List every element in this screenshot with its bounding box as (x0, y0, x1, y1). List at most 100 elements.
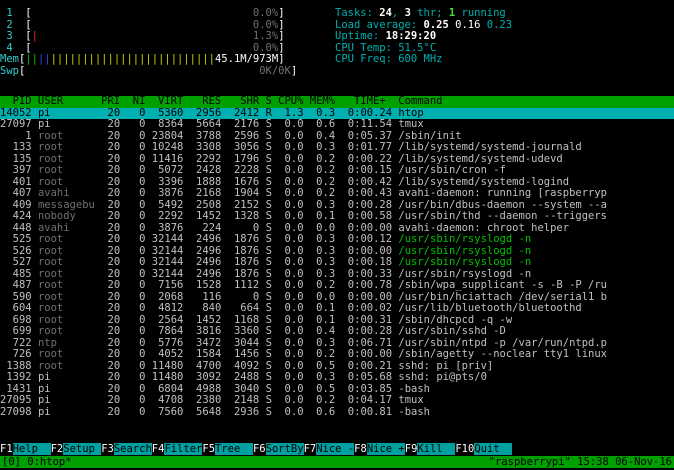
fkey-f10[interactable]: F10 (455, 443, 474, 455)
ni-cell: 0 (126, 187, 146, 199)
fkey-f7-label[interactable]: Nice - (316, 443, 355, 455)
virt-cell: 11480 (151, 359, 184, 372)
shr-cell: 1876 (227, 267, 260, 280)
command-cell: /usr/bin/dbus-daemon --system --a (398, 198, 608, 211)
user-cell: root (37, 164, 95, 176)
fkey-f8-label[interactable]: Nice + (366, 443, 405, 455)
state-cell: S (265, 210, 272, 222)
command-cell: /usr/sbin/rsyslogd -n (398, 256, 532, 268)
res-cell: 1888 (189, 175, 222, 188)
res-cell: 116 (189, 290, 222, 303)
state-cell: S (265, 336, 272, 349)
res-cell: 2292 (189, 152, 222, 165)
ni-cell: 0 (126, 210, 146, 222)
shr-cell: 3044 (227, 336, 260, 349)
command-cell: /sbin/agetty --noclear tty1 linux (398, 348, 608, 360)
command-cell: /usr/sbin/cron -f (398, 164, 506, 176)
res-cell: 2496 (189, 256, 222, 268)
fkey-f3-label[interactable]: Search (113, 443, 152, 455)
fkey-f5[interactable]: F5 (202, 443, 215, 455)
shr-cell: 1328 (227, 210, 260, 222)
pid-cell: 133 (0, 141, 32, 153)
fkey-f2[interactable]: F2 (51, 443, 64, 455)
user-cell: ntp (37, 336, 95, 349)
shr-cell: 1456 (227, 348, 260, 360)
user-cell: pi (37, 118, 95, 130)
fkey-f2-label[interactable]: Setup (63, 443, 102, 455)
pid-cell: 14052 (0, 106, 32, 119)
virt-cell: 11416 (151, 152, 184, 165)
pid-cell: 401 (0, 175, 32, 188)
pid-cell: 604 (0, 302, 32, 314)
tmux-window-list[interactable]: [0] 0:htop* (2, 456, 72, 468)
fkey-f7[interactable]: F7 (304, 443, 317, 455)
mem-cell: 0.3 (309, 256, 336, 268)
command-cell: avahi-daemon: running [raspberryp (398, 187, 608, 199)
time-cell: 0:05.37 (341, 129, 393, 142)
pri-cell: 20 (101, 233, 121, 245)
time-cell: 0:00.28 (341, 198, 393, 211)
ni-cell: 0 (126, 233, 146, 245)
cpu-cell: 1.3 (278, 106, 304, 119)
ni-cell: 0 (126, 198, 146, 211)
shr-cell: 1876 (227, 244, 260, 257)
virt-cell: 8364 (151, 118, 184, 130)
fkey-f10-label[interactable]: Quit (474, 443, 513, 455)
command-cell: htop (398, 106, 424, 119)
fkey-f4-label[interactable]: Filter (164, 443, 203, 455)
virt-cell: 3876 (151, 187, 184, 199)
fkey-f1[interactable]: F1 (0, 443, 13, 455)
virt-cell: 7156 (151, 279, 184, 291)
res-cell: 2508 (189, 198, 222, 211)
mem-label: Mem (0, 53, 19, 65)
state-cell: S (265, 152, 272, 165)
ni-cell: 0 (126, 164, 146, 176)
shr-cell: 2412 (227, 106, 260, 119)
ni-cell: 0 (126, 118, 146, 130)
res-cell: 3816 (189, 325, 222, 337)
res-cell: 3788 (189, 129, 222, 142)
fkey-f1-label[interactable]: Help (12, 443, 51, 455)
virt-cell: 2068 (151, 290, 184, 303)
fkey-f3[interactable]: F3 (101, 443, 114, 455)
mem-cell: 0.3 (309, 233, 336, 245)
cpu-cell: 0.0 (278, 244, 304, 257)
pri-cell: 20 (101, 290, 121, 303)
state-cell: S (265, 290, 272, 303)
pid-cell: 1431 (0, 382, 32, 395)
mem-cell: 0.2 (309, 187, 336, 199)
cpu1-value: 0.0% (252, 7, 279, 19)
res-cell: 5664 (189, 118, 222, 130)
res-cell: 1528 (189, 279, 222, 291)
pid-cell: 1388 (0, 359, 32, 372)
shr-cell: 1796 (227, 152, 260, 165)
cpu-cell: 0.0 (278, 221, 304, 234)
process-list[interactable]: 14052 pi 20 0 5360 2956 2412 R 1.3 0.3 0… (0, 106, 674, 419)
mem-cell: 0.4 (309, 129, 336, 142)
fkey-f9[interactable]: F9 (405, 443, 418, 455)
tasks-count: 24 (379, 7, 392, 19)
process-row[interactable]: 27098 pi 20 0 7560 5648 2936 S 0.0 0.6 0… (0, 405, 674, 419)
pri-cell: 20 (101, 382, 121, 395)
pid-cell: 135 (0, 152, 32, 165)
time-cell: 0:00.00 (341, 221, 393, 234)
load-1: 0.25 (423, 18, 449, 31)
virt-cell: 32144 (151, 233, 184, 245)
fkey-f5-label[interactable]: Tree (215, 443, 253, 455)
cpu-cell: 0.0 (278, 405, 304, 418)
fkey-f4[interactable]: F4 (152, 443, 165, 455)
fkey-f8[interactable]: F8 (354, 443, 367, 455)
virt-cell: 2292 (151, 210, 184, 222)
fkey-f6-label[interactable]: SortBy (265, 443, 304, 455)
time-cell: 0:00.42 (341, 175, 393, 188)
fkey-f9-label[interactable]: Kill (417, 443, 456, 455)
ni-cell: 0 (126, 348, 146, 360)
fkey-f6[interactable]: F6 (253, 443, 266, 455)
cpu-cell: 0.0 (278, 394, 304, 406)
shr-cell: 2488 (227, 371, 260, 383)
shr-cell: 3040 (227, 382, 260, 395)
user-cell: pi (37, 371, 95, 383)
state-cell: S (265, 164, 272, 176)
mem-value: 45.1M/973M (214, 53, 279, 65)
virt-cell: 5776 (151, 336, 184, 349)
